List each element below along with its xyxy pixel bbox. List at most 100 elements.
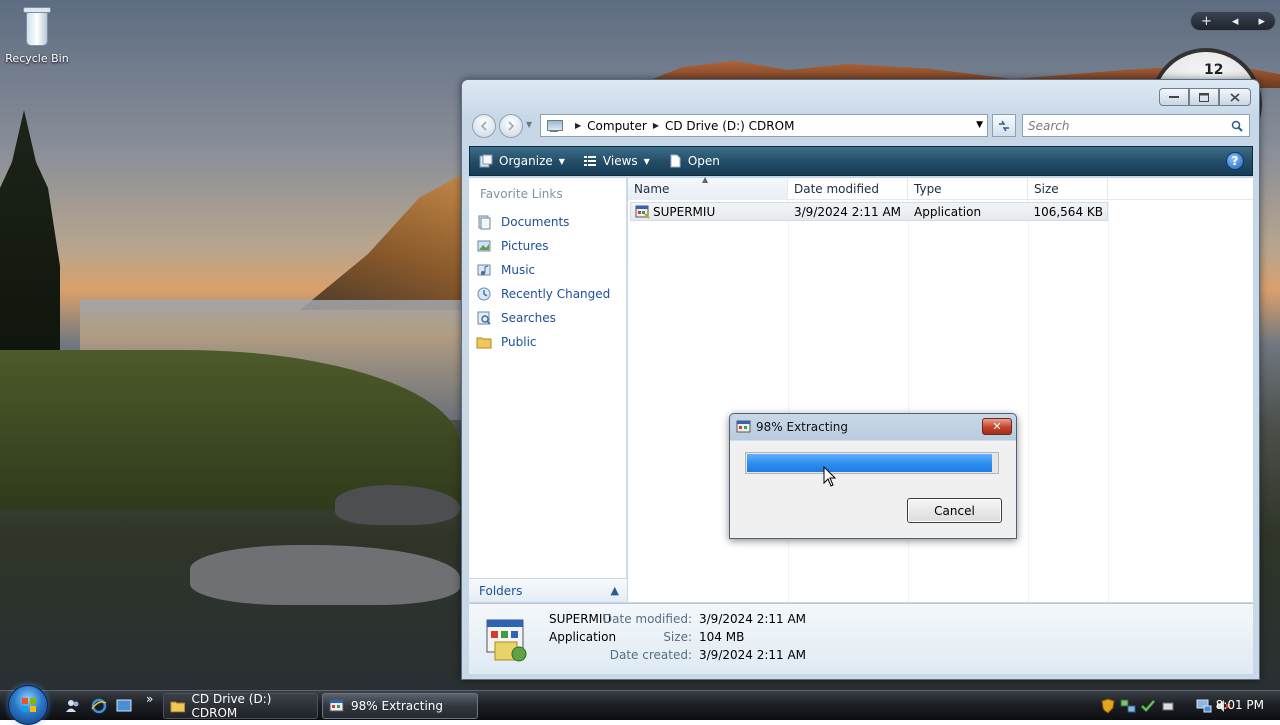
column-date-label: Date modified bbox=[794, 182, 880, 196]
column-divider bbox=[788, 200, 789, 602]
window-controls bbox=[1159, 88, 1251, 106]
open-button[interactable]: Open bbox=[659, 147, 729, 175]
taskbar-button-label: 98% Extracting bbox=[351, 699, 444, 713]
sidebar-gadget-controls: + ◂ ▸ bbox=[1190, 11, 1276, 31]
favorite-link-documents[interactable]: Documents bbox=[476, 210, 610, 234]
file-name-cell: SUPERMIU bbox=[631, 204, 789, 219]
desktop-icon-recycle-bin[interactable]: Recycle Bin bbox=[4, 4, 70, 65]
taskbar-button-extracting[interactable]: 98% Extracting bbox=[322, 693, 478, 719]
recently-changed-icon bbox=[477, 287, 491, 301]
close-icon bbox=[1230, 92, 1240, 102]
favorite-link-recently-changed[interactable]: Recently Changed bbox=[476, 282, 610, 306]
favorite-link-label: Recently Changed bbox=[501, 287, 611, 301]
maximize-icon bbox=[1199, 92, 1209, 102]
close-icon: ✕ bbox=[992, 420, 1002, 433]
help-button[interactable]: ? bbox=[1226, 152, 1244, 170]
display-icon[interactable] bbox=[1196, 698, 1212, 714]
installer-icon bbox=[329, 699, 344, 712]
refresh-button[interactable] bbox=[992, 114, 1016, 137]
column-header-size[interactable]: Size bbox=[1028, 178, 1108, 200]
file-row[interactable]: SUPERMIU 3/9/2024 2:11 AM Application 10… bbox=[630, 202, 1108, 221]
public-folder-icon bbox=[476, 337, 492, 349]
add-gadget-button[interactable]: + bbox=[1201, 14, 1212, 29]
dialog-close-button[interactable]: ✕ bbox=[982, 418, 1012, 435]
navigation-pane: Favorite Links Documents Pictures Music … bbox=[469, 178, 627, 602]
forward-button[interactable] bbox=[499, 114, 523, 138]
column-header-type[interactable]: Type bbox=[908, 178, 1028, 200]
taskbar-button-explorer[interactable]: CD Drive (D:) CDROM bbox=[163, 692, 318, 720]
views-label: Views bbox=[602, 154, 638, 168]
breadcrumb-computer[interactable]: Computer bbox=[587, 119, 647, 133]
file-size: 106,564 KB bbox=[1033, 204, 1103, 219]
documents-icon bbox=[478, 215, 491, 230]
favorite-link-public[interactable]: Public bbox=[476, 330, 610, 354]
minimize-icon bbox=[1169, 96, 1179, 98]
recycle-bin-icon bbox=[20, 4, 54, 48]
favorite-link-music[interactable]: Music bbox=[476, 258, 610, 282]
security-shield-icon[interactable] bbox=[1100, 698, 1116, 714]
favorite-link-label: Documents bbox=[501, 215, 570, 229]
breadcrumb-separator-icon[interactable]: ▶ bbox=[575, 121, 581, 130]
cancel-button[interactable]: Cancel bbox=[907, 498, 1002, 523]
address-dropdown-icon[interactable]: ▼ bbox=[976, 120, 983, 130]
windows-logo-icon bbox=[22, 698, 36, 712]
column-name-label: Name bbox=[634, 182, 670, 196]
wallpaper-rock bbox=[190, 545, 460, 605]
chevron-down-icon: ▼ bbox=[558, 156, 565, 166]
file-name: SUPERMIU bbox=[653, 204, 716, 219]
show-desktop-icon[interactable] bbox=[115, 697, 133, 715]
chevron-up-icon: ▲ bbox=[610, 584, 619, 597]
favorite-link-searches[interactable]: Searches bbox=[476, 306, 610, 330]
favorite-link-label: Music bbox=[501, 263, 536, 277]
breadcrumb-cd-drive[interactable]: CD Drive (D:) CDROM bbox=[665, 119, 794, 133]
gadget-next-button[interactable]: ▸ bbox=[1258, 14, 1265, 29]
organize-menu-button[interactable]: Organize ▼ bbox=[470, 147, 574, 175]
column-headers: ▲ Name Date modified Type Size bbox=[628, 175, 1253, 200]
details-date-created: 3/9/2024 2:11 AM bbox=[699, 648, 807, 662]
details-date-modified-label: Date modified: bbox=[602, 612, 692, 626]
column-header-date-modified[interactable]: Date modified bbox=[788, 178, 908, 200]
recent-pages-dropdown[interactable]: ▼ bbox=[526, 120, 532, 129]
installer-app-icon bbox=[635, 205, 650, 219]
network-icon[interactable] bbox=[1120, 698, 1136, 714]
column-header-name[interactable]: ▲ Name bbox=[628, 175, 788, 200]
file-date: 3/9/2024 2:11 AM bbox=[794, 204, 902, 219]
column-divider bbox=[1028, 200, 1029, 602]
favorite-links-list: Documents Pictures Music Recently Change… bbox=[476, 210, 610, 354]
details-date-created-label: Date created: bbox=[609, 648, 692, 662]
internet-explorer-icon[interactable] bbox=[90, 697, 108, 715]
open-icon bbox=[670, 154, 681, 168]
details-size-label: Size: bbox=[663, 630, 692, 644]
file-type: Application bbox=[914, 204, 982, 219]
close-button[interactable] bbox=[1219, 88, 1251, 106]
folders-toggle[interactable]: Folders ▲ bbox=[469, 578, 627, 602]
details-pane: SUPERMIU Application Date modified: 3/9/… bbox=[469, 603, 1253, 674]
wallpaper-trees bbox=[0, 110, 60, 370]
favorite-link-pictures[interactable]: Pictures bbox=[476, 234, 610, 258]
power-icon[interactable] bbox=[1160, 698, 1176, 714]
quick-launch-more-icon[interactable]: » bbox=[146, 692, 153, 706]
installer-app-large-icon bbox=[486, 619, 527, 662]
help-icon: ? bbox=[1231, 154, 1239, 168]
maximize-button[interactable] bbox=[1189, 88, 1219, 106]
taskbar: » CD Drive (D:) CDROM 98% Extracting 8:0… bbox=[0, 685, 1280, 725]
progress-fill bbox=[747, 454, 992, 472]
search-input[interactable]: Search bbox=[1022, 114, 1250, 137]
switch-users-icon[interactable] bbox=[64, 697, 82, 715]
column-type-label: Type bbox=[914, 182, 942, 196]
address-bar[interactable]: ▶ Computer ▶ CD Drive (D:) CDROM ▼ bbox=[540, 114, 988, 137]
back-button[interactable] bbox=[472, 114, 496, 138]
search-icon[interactable] bbox=[1231, 120, 1243, 132]
arrow-left-icon bbox=[480, 121, 487, 131]
start-button[interactable] bbox=[8, 685, 48, 725]
breadcrumb-separator-icon[interactable]: ▶ bbox=[653, 121, 659, 130]
organize-label: Organize bbox=[499, 154, 553, 168]
taskbar-clock[interactable]: 8:01 PM bbox=[1216, 698, 1264, 712]
gadget-prev-button[interactable]: ◂ bbox=[1232, 14, 1239, 29]
minimize-button[interactable] bbox=[1159, 88, 1189, 106]
folder-icon bbox=[170, 701, 186, 713]
views-menu-button[interactable]: Views ▼ bbox=[574, 147, 659, 175]
checkmark-icon[interactable] bbox=[1140, 698, 1156, 714]
column-divider bbox=[908, 200, 909, 602]
mouse-cursor-icon bbox=[823, 466, 837, 487]
